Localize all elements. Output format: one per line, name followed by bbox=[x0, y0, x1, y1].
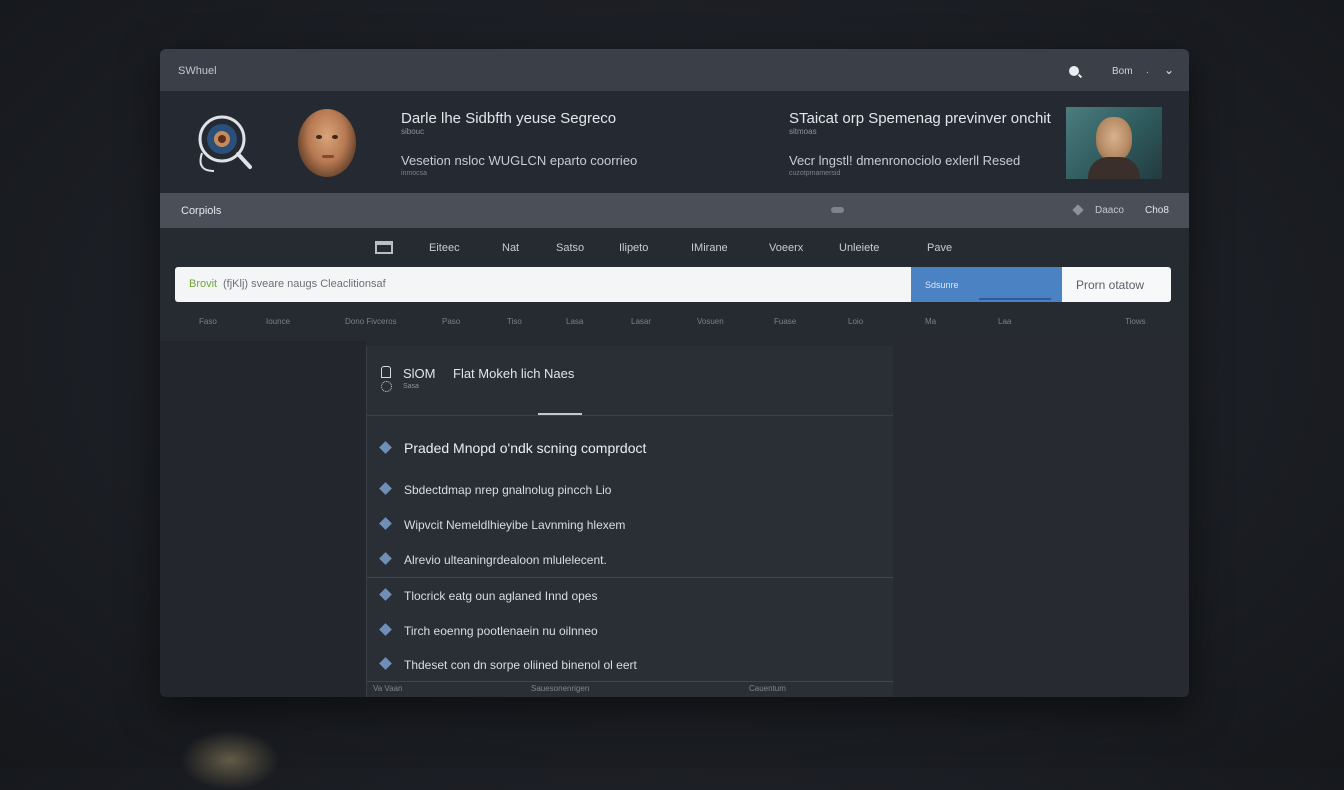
filter-item[interactable]: Iounce bbox=[266, 317, 290, 326]
list-item-label: Sbdectdmap nrep gnalnolug pincch Lio bbox=[404, 483, 612, 497]
search-prefix: Brovit bbox=[189, 278, 218, 290]
footer-item[interactable]: Sauesonenrigen bbox=[531, 684, 589, 693]
hero-right-caption: cuzotpmamersid bbox=[789, 170, 841, 177]
active-tab-underline bbox=[538, 413, 582, 415]
section-bar: Corpiols Daaco Cho8 bbox=[160, 193, 1189, 228]
list-item-label: Alrevio ulteaningrdealoon mlulelecent. bbox=[404, 553, 607, 567]
hero-right-description: Vecr lngstl! dmenronociolo exlerll Resed bbox=[789, 153, 1021, 168]
content-card: SlOM Flat Mokeh lich Naes Sasa Praded Mn… bbox=[366, 346, 894, 697]
list-item-label: Tlocrick eatg oun aglaned Innd opes bbox=[404, 589, 598, 603]
list-item[interactable]: Alrevio ulteaningrdealoon mlulelecent. bbox=[367, 543, 893, 577]
filter-item[interactable]: Paso bbox=[442, 317, 460, 326]
tab-item[interactable]: Ilipeto bbox=[619, 242, 648, 254]
tab-item[interactable]: Nat bbox=[502, 242, 519, 254]
filter-item[interactable]: Tiows bbox=[1125, 317, 1146, 326]
section-label: Corpiols bbox=[181, 205, 222, 217]
filter-item[interactable]: Faso bbox=[199, 317, 217, 326]
card-code: SlOM bbox=[403, 366, 436, 381]
list-item[interactable]: Wipvcit Nemeldlhieyibe Lavnming hlexem bbox=[367, 508, 893, 542]
card-header: SlOM Flat Mokeh lich Naes Sasa bbox=[367, 346, 893, 416]
filter-item[interactable]: Fuase bbox=[774, 317, 796, 326]
diamond-icon bbox=[379, 482, 392, 495]
search-bar: Brovit (fjKlj) sveare naugs Cleaclitions… bbox=[175, 267, 1171, 302]
left-pane bbox=[160, 341, 366, 697]
secondary-button-label: Prorn otatow bbox=[1076, 278, 1145, 292]
chevron-down-icon[interactable]: ⌄ bbox=[1164, 63, 1174, 77]
avatar[interactable] bbox=[298, 109, 356, 177]
nav-tabs: Eiteec Nat Satso Ilipeto IMirane Voeerx … bbox=[160, 228, 1189, 266]
tab-item[interactable]: Eiteec bbox=[429, 242, 460, 254]
right-pane bbox=[893, 341, 1189, 697]
filter-item[interactable]: Lasa bbox=[566, 317, 583, 326]
filter-item[interactable]: Loio bbox=[848, 317, 863, 326]
diamond-icon bbox=[379, 441, 392, 454]
divider bbox=[367, 577, 893, 578]
gear-icon[interactable] bbox=[381, 381, 392, 392]
card-subtitle: Sasa bbox=[403, 383, 419, 390]
diamond-icon bbox=[379, 552, 392, 565]
list-item[interactable]: Sbdectdmap nrep gnalnolug pincch Lio bbox=[367, 473, 893, 507]
filter-strip: Faso Iounce Dono Fivceros Paso Tiso Lasa… bbox=[160, 317, 1189, 331]
list-item[interactable]: Tirch eoenng pootlenaein nu oilnneo bbox=[367, 614, 893, 648]
filter-item[interactable]: Vosuen bbox=[697, 317, 724, 326]
divider bbox=[367, 681, 893, 682]
diamond-icon bbox=[379, 517, 392, 530]
filter-item[interactable]: Laa bbox=[998, 317, 1011, 326]
list-item-label: Tirch eoenng pootlenaein nu oilnneo bbox=[404, 624, 598, 638]
tab-item[interactable]: Pave bbox=[927, 242, 952, 254]
hero-left-description: Vesetion nsloc WUGLCN eparto coorrieo bbox=[401, 153, 638, 168]
section-link[interactable]: Daaco bbox=[1095, 205, 1124, 216]
diamond-icon bbox=[1072, 204, 1084, 216]
magnifier-logo-icon bbox=[198, 115, 252, 172]
filter-item[interactable]: Dono Fivceros bbox=[345, 317, 397, 326]
search-button[interactable]: Sdsunre bbox=[911, 267, 1062, 302]
section-button[interactable]: Cho8 bbox=[1145, 205, 1169, 216]
background-glow bbox=[180, 730, 280, 790]
filter-item[interactable]: Ma bbox=[925, 317, 936, 326]
list-item[interactable]: Praded Mnopd o'ndk scning comprdoct bbox=[367, 432, 893, 466]
tab-item[interactable]: Satso bbox=[556, 242, 584, 254]
list-item-label: Thdeset con dn sorpe oliined binenol ol … bbox=[404, 658, 637, 672]
diamond-icon bbox=[379, 588, 392, 601]
app-window: SWhuel Bom . ⌄ Darle lhe Sidbfth yeuse S… bbox=[160, 49, 1189, 697]
hero-right-heading: STaicat orp Spemenag previnver onchit bbox=[789, 110, 1051, 127]
list-item[interactable]: Tlocrick eatg oun aglaned Innd opes bbox=[367, 579, 893, 613]
profile-photo[interactable] bbox=[1066, 107, 1162, 179]
hero-left-heading: Darle lhe Sidbfth yeuse Segreco bbox=[401, 110, 617, 127]
tab-item[interactable]: Voeerx bbox=[769, 242, 803, 254]
title-bar: SWhuel Bom . ⌄ bbox=[160, 49, 1189, 92]
card-footer: Va Vaan Sauesonenrigen Cauentum bbox=[367, 683, 893, 697]
hero-left-subtitle: sibouc bbox=[401, 127, 425, 136]
list-item-label: Wipvcit Nemeldlhieyibe Lavnming hlexem bbox=[404, 518, 626, 532]
hero-right-subtitle: sitmoas bbox=[789, 127, 817, 136]
tab-item[interactable]: IMirane bbox=[691, 242, 728, 254]
tab-item[interactable]: Unleiete bbox=[839, 242, 879, 254]
window-icon[interactable] bbox=[375, 241, 393, 254]
bookmark-icon bbox=[381, 366, 391, 378]
hero-left-caption: inmocsa bbox=[401, 170, 428, 177]
secondary-button[interactable]: Prorn otatow bbox=[1062, 267, 1171, 302]
list-item-label: Praded Mnopd o'ndk scning comprdoct bbox=[404, 440, 647, 456]
pill-indicator-icon bbox=[831, 207, 844, 213]
search-button-label: Sdsunre bbox=[925, 280, 959, 290]
filter-item[interactable]: Lasar bbox=[631, 317, 651, 326]
search-input[interactable]: Brovit (fjKlj) sveare naugs Cleaclitions… bbox=[175, 267, 911, 302]
footer-item[interactable]: Va Vaan bbox=[373, 684, 403, 693]
footer-item[interactable]: Cauentum bbox=[749, 684, 786, 693]
filter-item[interactable]: Tiso bbox=[507, 317, 522, 326]
user-menu-label[interactable]: Bom bbox=[1112, 66, 1133, 77]
list-item[interactable]: Thdeset con dn sorpe oliined binenol ol … bbox=[367, 648, 893, 682]
diamond-icon bbox=[379, 657, 392, 670]
button-underline bbox=[979, 298, 1051, 300]
card-title: Flat Mokeh lich Naes bbox=[453, 366, 575, 381]
search-icon[interactable] bbox=[1069, 66, 1079, 76]
feature-header: Darle lhe Sidbfth yeuse Segreco sibouc V… bbox=[160, 91, 1189, 193]
title-separator: . bbox=[1146, 65, 1149, 76]
diamond-icon bbox=[379, 623, 392, 636]
search-value: (fjKlj) sveare naugs Cleaclitionsaf bbox=[223, 278, 386, 290]
app-title: SWhuel bbox=[178, 65, 217, 77]
